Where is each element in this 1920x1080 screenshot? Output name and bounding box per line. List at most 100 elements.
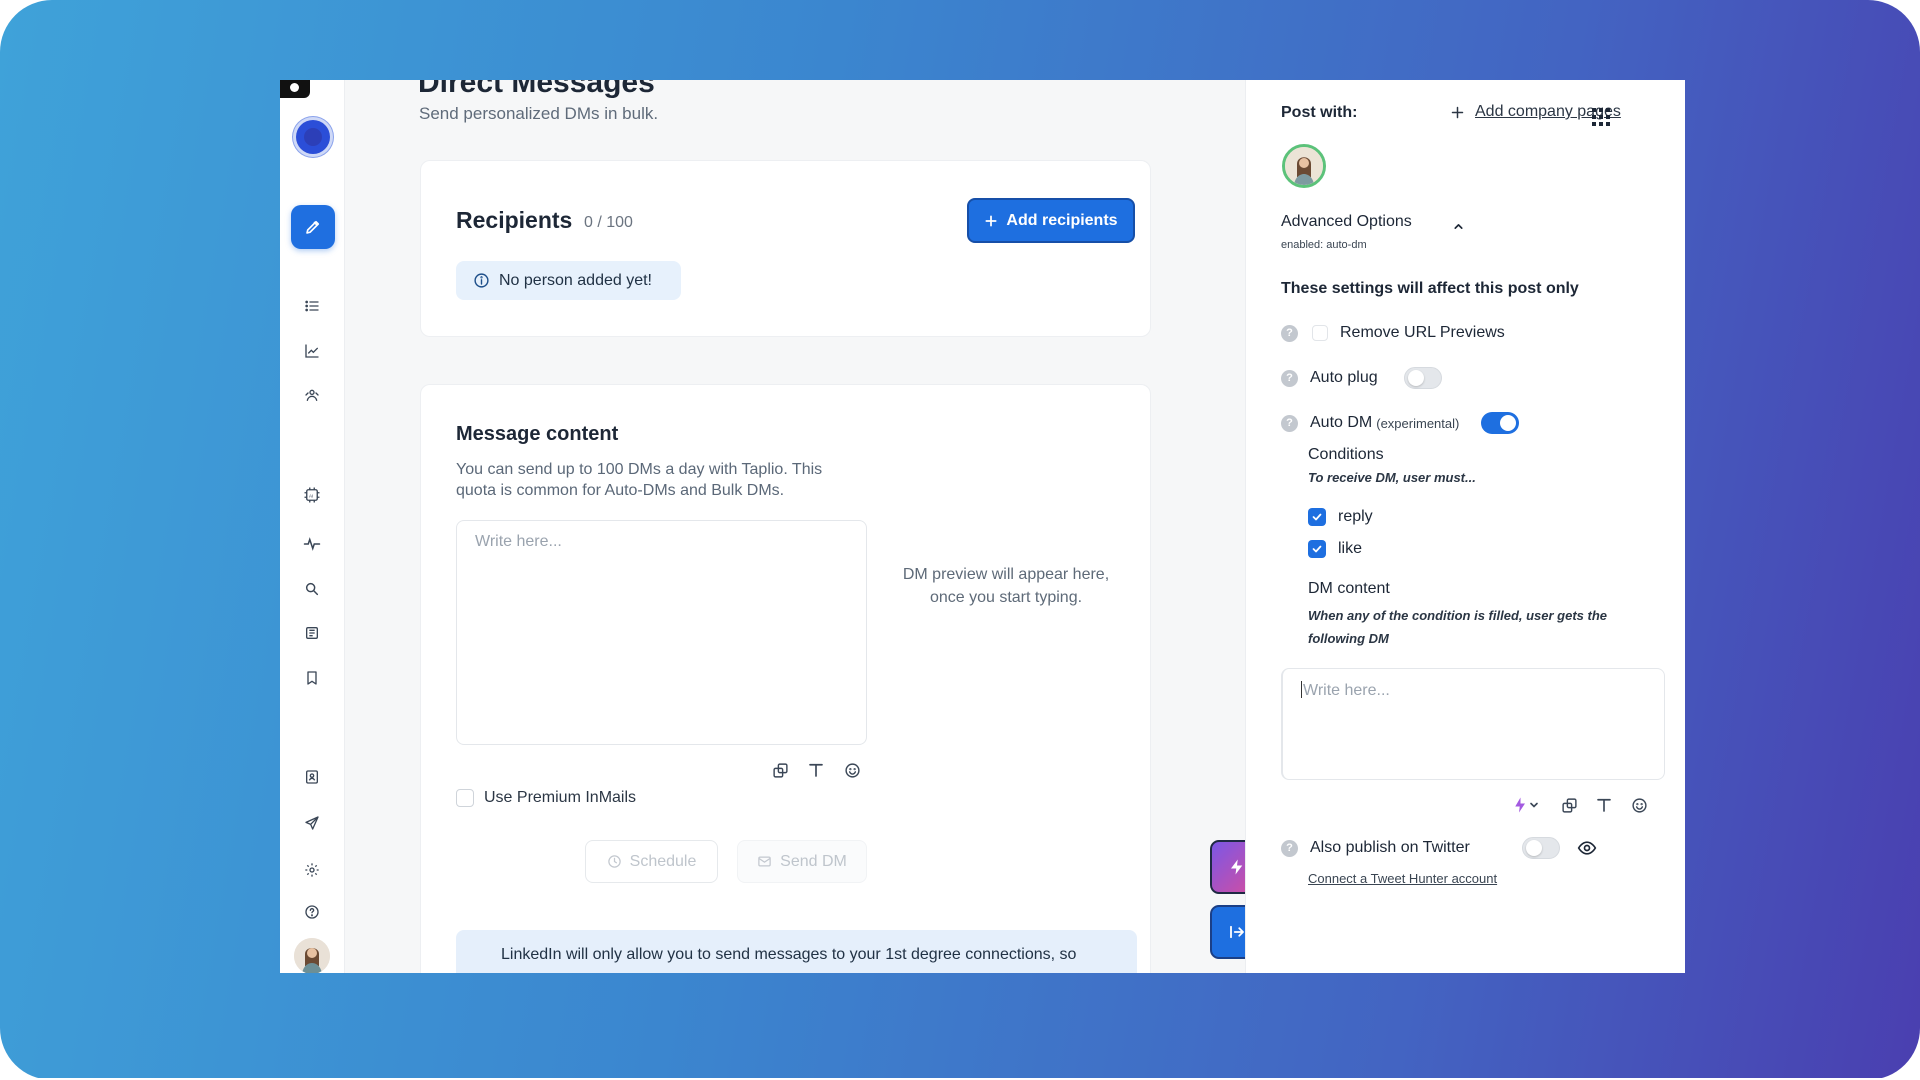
help-icon[interactable]: ? — [1281, 324, 1298, 342]
twitter-publish-toggle[interactable] — [1521, 837, 1560, 859]
advanced-options-subtitle: enabled: auto-dm — [1281, 239, 1367, 251]
emoji-icon[interactable] — [1628, 794, 1650, 816]
remove-url-previews-checkbox[interactable] — [1312, 325, 1328, 341]
svg-text:AI: AI — [309, 493, 313, 498]
dm-preview-text: DM preview will appear here, once you st… — [902, 566, 1110, 606]
premium-inmails-checkbox[interactable] — [456, 789, 474, 807]
bolt-icon — [1231, 859, 1243, 875]
arrow-right-bar-icon — [1230, 925, 1244, 939]
pencil-icon — [306, 220, 320, 234]
bookmark-icon[interactable] — [300, 666, 324, 690]
dm-content-subtitle: When any of the condition is filled, use… — [1308, 608, 1608, 646]
conditions-subtitle: To receive DM, user must... — [1308, 470, 1476, 485]
info-icon — [474, 273, 489, 288]
recipients-title: Recipients — [456, 207, 573, 233]
premium-inmails-label: Use Premium InMails — [484, 789, 637, 806]
like-label: like — [1338, 540, 1363, 557]
dm-content-input[interactable]: Write here... — [1281, 668, 1665, 780]
copy-icon[interactable] — [769, 759, 791, 781]
contact-icon[interactable] — [300, 765, 324, 789]
premium-inmails-row[interactable]: Use Premium InMails — [456, 789, 636, 807]
dm-content-placeholder: Write here... — [1303, 682, 1390, 699]
auto-plug-row: ? Auto plug — [1281, 367, 1442, 389]
auto-dm-toggle[interactable] — [1481, 412, 1520, 434]
plus-icon — [1451, 106, 1464, 118]
twitter-publish-row: ? Also publish on Twitter — [1281, 837, 1598, 859]
check-icon — [1312, 545, 1322, 553]
post-with-label: Post with: — [1281, 104, 1358, 121]
advanced-options-title[interactable]: Advanced Options — [1281, 213, 1412, 231]
send-icon[interactable] — [300, 811, 324, 835]
connect-tweet-hunter-link[interactable]: Connect a Tweet Hunter account — [1308, 871, 1497, 886]
remove-url-previews-row: ? Remove URL Previews — [1281, 324, 1505, 342]
check-icon — [1312, 513, 1322, 521]
empty-recipients-text: No person added yet! — [499, 271, 652, 289]
status-icon[interactable] — [296, 120, 330, 154]
ai-chip-icon[interactable]: AI — [300, 483, 324, 507]
linkedin-info-text: LinkedIn will only allow you to send mes… — [501, 946, 1077, 963]
settings-note: These settings will affect this post onl… — [1281, 280, 1579, 297]
recipients-card: Recipients 0 / 100 Add recipients No per… — [420, 160, 1151, 337]
chart-icon[interactable] — [300, 339, 324, 363]
plus-icon — [985, 214, 997, 227]
condition-like-row[interactable]: like — [1308, 540, 1362, 558]
copy-icon[interactable] — [1558, 794, 1580, 816]
post-with-avatar[interactable] — [1282, 144, 1326, 188]
text-format-icon[interactable] — [805, 759, 827, 781]
sidebar: AI — [280, 80, 345, 973]
schedule-button[interactable]: Schedule — [585, 840, 718, 883]
logo-icon[interactable] — [280, 80, 310, 98]
help-icon[interactable] — [300, 900, 324, 924]
ai-dropdown-button[interactable] — [1511, 794, 1545, 816]
send-dm-button[interactable]: Send DM — [737, 840, 867, 883]
message-input[interactable]: Write here... — [456, 520, 867, 745]
apps-grid-icon[interactable] — [1591, 107, 1611, 132]
clock-icon — [607, 855, 621, 868]
post-settings-panel: Post with: Add company pages Advanced Op… — [1245, 80, 1685, 973]
app-window: AI Direct Messages Send personalized DMs… — [280, 80, 1685, 973]
eye-icon[interactable] — [1576, 837, 1598, 859]
reply-label: reply — [1338, 508, 1373, 525]
page-subtitle: Send personalized DMs in bulk. — [419, 104, 659, 123]
pulse-icon[interactable] — [300, 532, 324, 556]
page-title: Direct Messages — [418, 80, 655, 99]
add-recipients-button[interactable]: Add recipients — [967, 198, 1135, 243]
search-icon[interactable] — [300, 577, 324, 601]
settings-icon[interactable] — [300, 858, 324, 882]
audience-icon[interactable] — [300, 383, 324, 407]
auto-dm-label: Auto DM — [1310, 414, 1373, 431]
twitter-publish-label: Also publish on Twitter — [1310, 839, 1470, 856]
help-icon[interactable]: ? — [1281, 414, 1298, 432]
recipients-count: 0 / 100 — [584, 214, 633, 231]
empty-recipients-notice: No person added yet! — [456, 261, 681, 300]
avatar[interactable] — [294, 938, 330, 973]
add-recipients-label: Add recipients — [1006, 211, 1118, 229]
like-checkbox[interactable] — [1308, 540, 1326, 558]
library-icon[interactable] — [300, 621, 324, 645]
compose-button[interactable] — [291, 205, 335, 249]
text-format-icon[interactable] — [1593, 794, 1615, 816]
bolt-icon — [1515, 797, 1538, 813]
message-description: You can send up to 100 DMs a day with Ta… — [456, 461, 823, 499]
conditions-title: Conditions — [1308, 446, 1384, 463]
mail-icon — [758, 856, 771, 867]
auto-plug-toggle[interactable] — [1403, 367, 1442, 389]
auto-dm-tag: (experimental) — [1376, 415, 1460, 431]
chevron-up-icon[interactable] — [1452, 220, 1465, 238]
list-icon[interactable] — [300, 294, 324, 318]
help-icon[interactable]: ? — [1281, 839, 1298, 857]
message-toolbar — [769, 759, 863, 781]
auto-dm-row: ? Auto DM (experimental) — [1281, 412, 1520, 434]
help-icon[interactable]: ? — [1281, 369, 1298, 387]
linkedin-info-banner: LinkedIn will only allow you to send mes… — [456, 930, 1137, 973]
message-title: Message content — [456, 423, 619, 445]
dm-content-title: DM content — [1308, 580, 1390, 597]
schedule-label: Schedule — [629, 852, 697, 870]
send-dm-label: Send DM — [780, 852, 847, 870]
emoji-icon[interactable] — [841, 759, 863, 781]
reply-checkbox[interactable] — [1308, 508, 1326, 526]
text-caret — [1301, 681, 1302, 698]
auto-plug-label: Auto plug — [1310, 369, 1378, 386]
condition-reply-row[interactable]: reply — [1308, 508, 1373, 526]
remove-url-previews-label: Remove URL Previews — [1340, 324, 1505, 341]
